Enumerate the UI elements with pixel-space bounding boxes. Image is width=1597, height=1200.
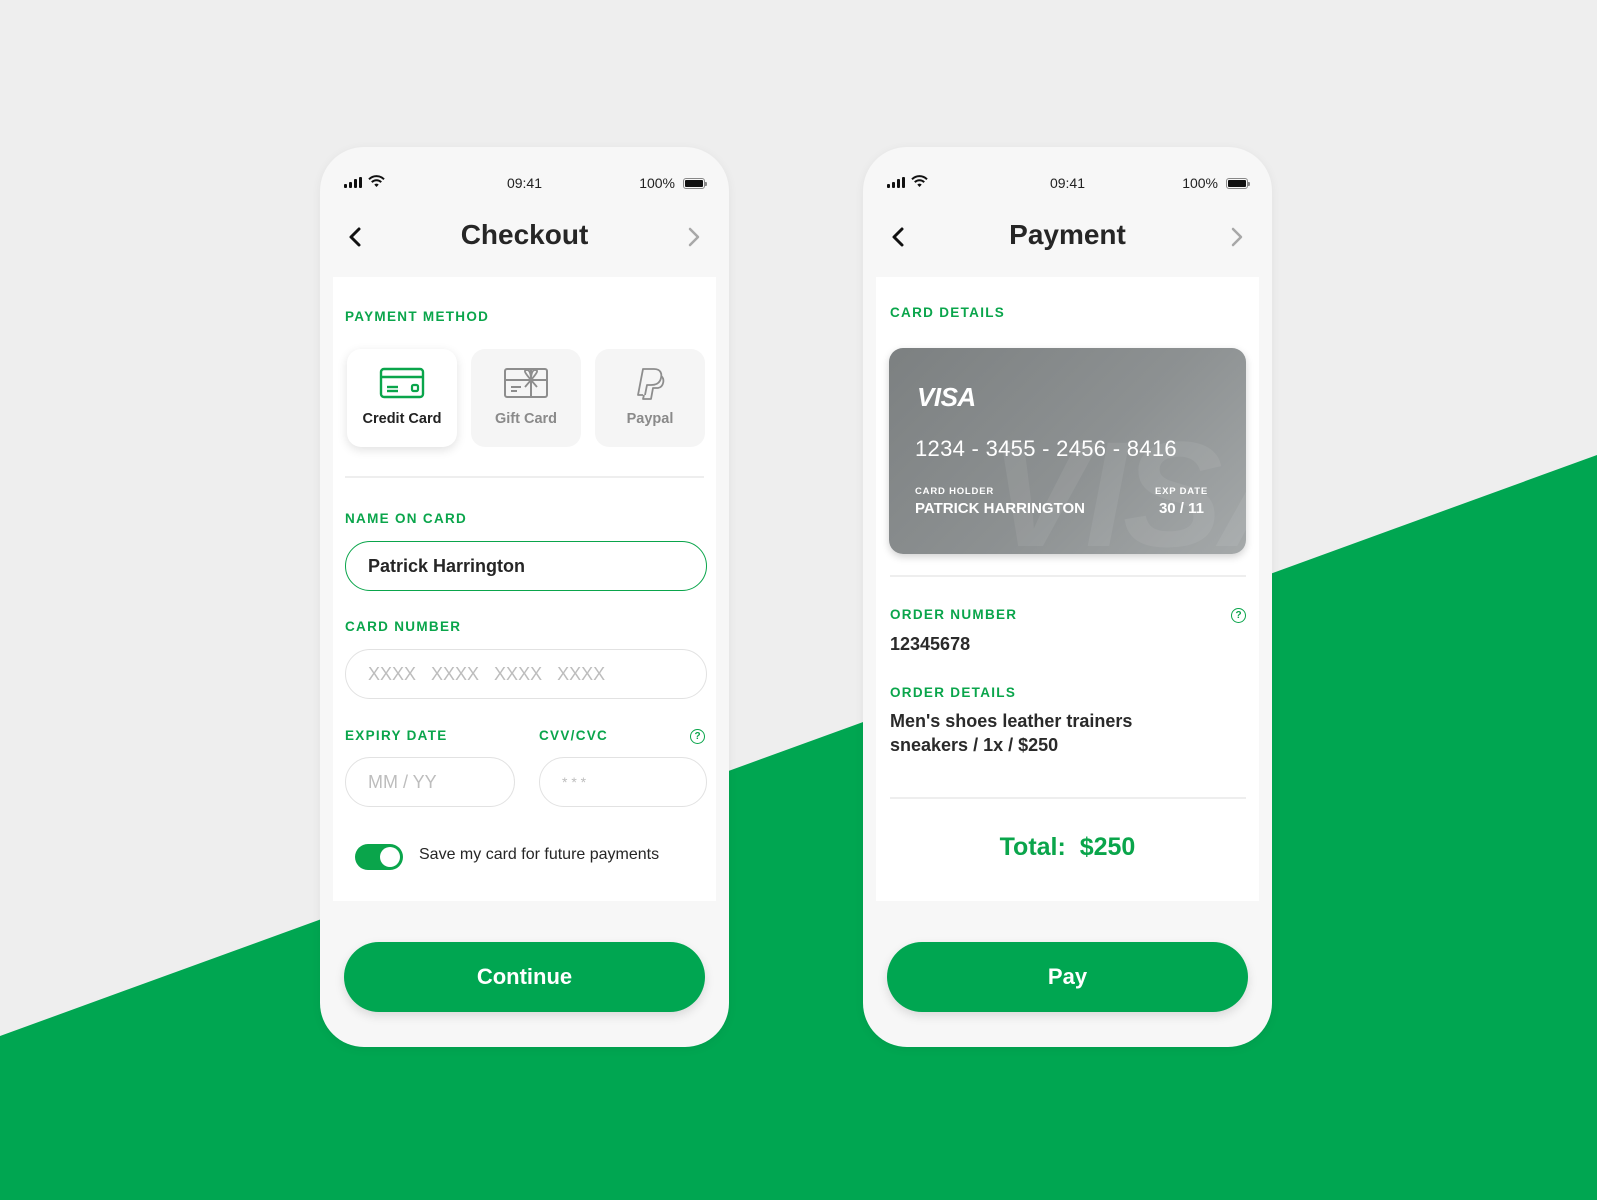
order-details-line2: sneakers / 1x / $250 bbox=[890, 735, 1059, 755]
card-number-input[interactable]: XXXX XXXX XXXX XXXX bbox=[345, 649, 707, 699]
exp-date-value: 30 / 11 bbox=[1158, 500, 1204, 517]
nav-bar: Checkout bbox=[320, 217, 729, 257]
card-details-label: CARD DETAILS bbox=[890, 305, 1006, 320]
battery-percent: 100% bbox=[639, 175, 675, 191]
method-credit-card[interactable]: Credit Card bbox=[347, 349, 457, 447]
status-bar: 09:41 100% bbox=[344, 175, 707, 195]
background-diagonal bbox=[0, 455, 1597, 1200]
save-card-toggle[interactable] bbox=[355, 844, 403, 870]
page-title: Payment bbox=[1009, 219, 1126, 250]
save-card-label: Save my card for future payments bbox=[419, 846, 660, 863]
visa-watermark: VISA bbox=[989, 410, 1246, 554]
exp-date-label: EXP DATE bbox=[1154, 486, 1208, 497]
toggle-knob bbox=[380, 847, 400, 867]
checkout-form: PAYMENT METHOD Credit Card Gift Card Pay… bbox=[333, 277, 716, 901]
order-total: Total: $250 bbox=[999, 833, 1136, 861]
divider bbox=[890, 575, 1246, 577]
name-on-card-input[interactable]: Patrick Harrington bbox=[345, 541, 707, 591]
method-paypal[interactable]: Paypal bbox=[595, 349, 705, 447]
payment-method-selector: Credit Card Gift Card Paypal bbox=[345, 349, 705, 447]
card-holder-label: CARD HOLDER bbox=[915, 486, 994, 497]
method-gift-card[interactable]: Gift Card bbox=[471, 349, 581, 447]
paypal-icon bbox=[595, 367, 705, 403]
payment-summary: CARD DETAILS VISA VISA 1234 - 3455 - 245… bbox=[876, 277, 1259, 901]
method-label: Paypal bbox=[626, 411, 674, 427]
checkout-screen: 09:41 100% Checkout PAYMENT METHOD Credi… bbox=[320, 147, 729, 1047]
method-label: Gift Card bbox=[494, 411, 558, 427]
battery-icon bbox=[683, 178, 707, 189]
card-number: 1234 - 3455 - 2456 - 8416 bbox=[915, 436, 1177, 461]
continue-button[interactable]: Continue bbox=[344, 942, 705, 1012]
payment-method-label: PAYMENT METHOD bbox=[345, 309, 490, 324]
pay-button[interactable]: Pay bbox=[887, 942, 1248, 1012]
cvv-help-icon[interactable]: ? bbox=[690, 729, 705, 744]
gift-card-icon bbox=[471, 367, 581, 403]
battery-icon bbox=[1226, 178, 1250, 189]
order-number-value: 12345678 bbox=[890, 634, 971, 654]
expiry-date-label: EXPIRY DATE bbox=[345, 728, 448, 743]
order-details-line1: Men's shoes leather trainers bbox=[890, 711, 1133, 731]
payment-screen: 09:41 100% Payment CARD DETAILS VISA VIS… bbox=[863, 147, 1272, 1047]
nav-bar: Payment bbox=[863, 217, 1272, 257]
card-number-label: CARD NUMBER bbox=[345, 619, 462, 634]
forward-chevron-icon[interactable] bbox=[1224, 223, 1248, 251]
expiry-date-input[interactable]: MM / YY bbox=[345, 757, 515, 807]
order-details-label: ORDER DETAILS bbox=[890, 685, 1017, 700]
name-on-card-label: NAME ON CARD bbox=[345, 511, 468, 526]
order-help-icon[interactable]: ? bbox=[1231, 608, 1246, 623]
card-holder-name: PATRICK HARRINGTON bbox=[915, 500, 1085, 517]
divider bbox=[890, 797, 1246, 799]
credit-card-icon bbox=[347, 367, 457, 403]
page-title: Checkout bbox=[460, 219, 589, 250]
forward-chevron-icon[interactable] bbox=[681, 223, 705, 251]
method-label: Credit Card bbox=[362, 411, 442, 427]
battery-percent: 100% bbox=[1182, 175, 1218, 191]
cvv-label: CVV/CVC bbox=[539, 728, 609, 743]
visa-logo: VISA bbox=[917, 382, 976, 412]
divider bbox=[345, 476, 704, 478]
order-number-label: ORDER NUMBER bbox=[890, 607, 1018, 622]
cvv-input[interactable]: * * * bbox=[539, 757, 707, 807]
status-bar: 09:41 100% bbox=[887, 175, 1250, 195]
visa-card: VISA VISA 1234 - 3455 - 2456 - 8416 CARD… bbox=[889, 348, 1246, 554]
